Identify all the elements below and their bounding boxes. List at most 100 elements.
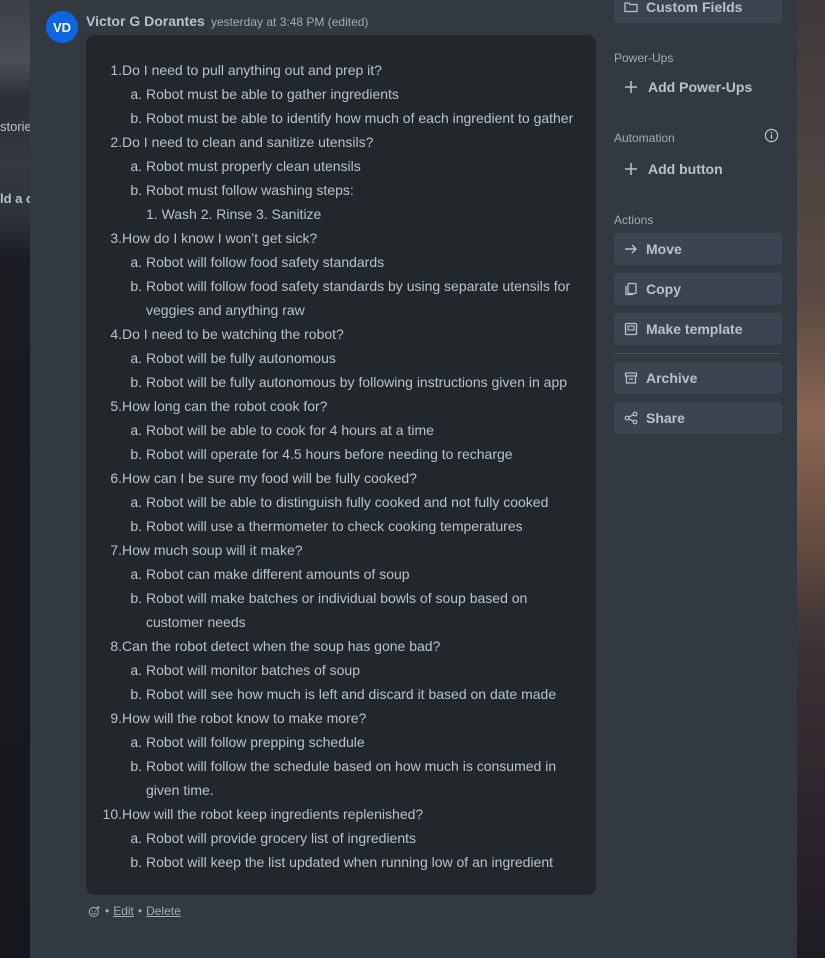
add-reaction-icon[interactable] [88,905,101,918]
powerups-heading: Power-Ups [614,51,674,65]
copy-icon [625,282,637,296]
archive-icon [624,372,638,384]
list-text: Do I need to clean and sanitize utensils… [122,134,374,150]
list-text: How will the robot keep ingredients repl… [122,806,424,822]
add-button-button[interactable]: Add button [614,154,782,184]
list-text: Do I need to be watching the robot? [122,326,344,342]
list-marker: 6. [110,470,122,486]
list-text: How do I know I won’t get sick? [122,230,318,246]
custom-fields-icon [624,2,638,13]
list-text: Robot will use a thermometer to check co… [146,518,523,534]
share-icon [624,411,638,425]
list-marker: 2. [110,134,122,150]
list-marker: 8. [110,638,122,654]
info-icon[interactable] [764,128,779,143]
add-powerups-button[interactable]: Add Power-Ups [614,72,782,102]
list-text: Robot must be able to identify how much … [146,110,574,126]
list-marker: a. [130,86,142,102]
actions-heading: Actions [614,213,654,227]
move-label: Move [646,241,682,257]
list-marker: b. [130,182,142,198]
list-text: How will the robot know to make more? [122,710,367,726]
move-button[interactable]: Move [614,233,782,265]
answer-item: b. Robot must be able to identify how muc… [86,109,596,127]
answer-item: b. Robot will follow food safety standard… [86,277,596,295]
list-marker: b. [130,854,142,870]
copy-label: Copy [646,281,681,297]
list-marker: 5. [110,398,122,414]
list-marker: a. [130,566,142,582]
answer-item: a. Robot will provide grocery list of ing… [86,829,596,847]
make-template-label: Make template [646,321,743,337]
list-text: Do I need to pull anything out and prep … [122,62,382,78]
answer-item: a. Robot will be able to distinguish full… [86,493,596,511]
plus-icon [625,163,637,175]
list-marker: b. [130,518,142,534]
list-marker: a. [130,350,142,366]
answer-item: b. Robot will use a thermometer to check … [86,517,596,535]
comment-actions: • Edit • Delete [88,904,181,918]
sidebar-divider [614,353,782,354]
list-text: Robot will be able to cook for 4 hours a… [146,422,434,438]
answer-item: a. Robot can make different amounts of so… [86,565,596,583]
list-marker: b. [130,110,142,126]
share-button[interactable]: Share [614,402,782,434]
make-template-button[interactable]: Make template [614,313,782,345]
list-text: Robot will keep the list updated when ru… [146,854,554,870]
avatar[interactable]: VD [46,11,78,43]
list-marker: b. [130,278,142,294]
list-marker: a. [130,662,142,678]
answer-item: a. Robot will follow prepping schedule [86,733,596,751]
list-text: 1. Wash 2. Rinse 3. Sanitize [146,206,322,222]
list-marker: a. [130,422,142,438]
answer-item: b. Robot will operate for 4.5 hours befor… [86,445,596,463]
question-item: 6. How can I be sure my food will be full… [86,469,596,487]
custom-fields-label: Custom Fields [646,0,743,15]
answer-item: 1. Wash 2. Rinse 3. Sanitize [86,205,596,223]
list-text: Robot will make batches or individual bo… [146,590,528,606]
answer-item: b. Robot will make batches or individual … [86,589,596,607]
list-text: How long can the robot cook for? [122,398,328,414]
answer-item: a. Robot must properly clean utensils [86,157,596,175]
list-marker: 3. [110,230,122,246]
list-text: Robot will be fully autonomous by follow… [146,374,568,390]
list-text: Robot will follow the schedule based on … [146,758,557,774]
list-marker: 4. [110,326,122,342]
question-item: 3. How do I know I won’t get sick? [86,229,596,247]
delete-comment-link[interactable]: Delete [146,904,181,918]
board-background-right [797,0,825,958]
share-label: Share [646,410,685,426]
list-text: Robot must properly clean utensils [146,158,361,174]
list-text: given time. [146,782,214,798]
list-text: Robot will see how much is left and disc… [146,686,557,702]
comment-author[interactable]: Victor G Dorantes [86,13,205,29]
answer-item: b. Robot will be fully autonomous by foll… [86,373,596,391]
question-item: 8. Can the robot detect when the soup has… [86,637,596,655]
list-marker: 1. [110,62,122,78]
board-background-left [0,0,30,958]
edit-comment-link[interactable]: Edit [113,904,134,918]
archive-button[interactable]: Archive [614,362,782,394]
answer-item: b. Robot will keep the list updated when … [86,853,596,871]
list-text: Robot will operate for 4.5 hours before … [146,446,513,462]
archive-label: Archive [646,370,698,386]
copy-button[interactable]: Copy [614,273,782,305]
list-text: How can I be sure my food will be fully … [122,470,417,486]
list-text: Robot will follow food safety standards … [146,278,571,294]
list-marker: a. [130,734,142,750]
background-fragment-text: ld a c [0,191,30,206]
list-text: Robot will monitor batches of soup [146,662,360,678]
list-text: Robot will be fully autonomous [146,350,336,366]
answer-item: a. Robot will be fully autonomous [86,349,596,367]
list-marker: b. [130,446,142,462]
answer-item: b. Robot will follow the schedule based o… [86,757,596,775]
answer-item: given time. [86,781,596,799]
arrow-right-icon [625,244,637,254]
custom-fields-button[interactable]: Custom Fields [614,0,782,23]
comment-timestamp[interactable]: yesterday at 3:48 PM (edited) [211,15,368,29]
list-text: veggies and anything raw [146,302,305,318]
list-marker: a. [130,494,142,510]
answer-item: customer needs [86,613,596,631]
list-marker: 9. [110,710,122,726]
answer-item: a. Robot will monitor batches of soup [86,661,596,679]
